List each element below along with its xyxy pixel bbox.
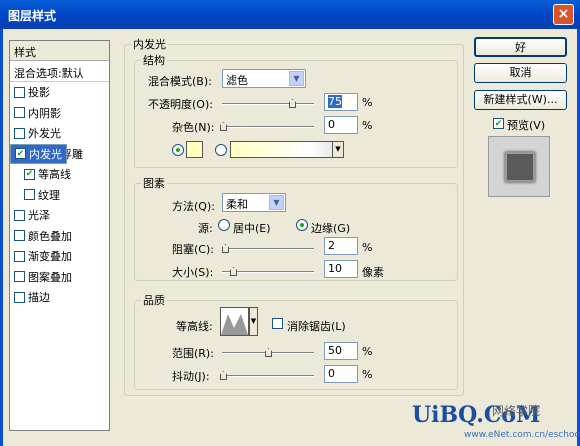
jitter-label: 抖动(J): — [172, 370, 210, 383]
technique-select[interactable]: 柔和 ▼ — [222, 193, 286, 212]
checkbox-checked-icon[interactable]: ✔ — [24, 168, 35, 180]
range-label: 范围(R): — [172, 347, 214, 360]
contour-curve-icon — [221, 314, 248, 335]
contour-label: 等高线: — [176, 320, 213, 333]
choke-slider[interactable] — [222, 244, 314, 253]
style-drop-shadow[interactable]: 投影 — [10, 82, 109, 103]
checkbox-icon[interactable] — [14, 86, 25, 98]
anti-alias-label: 消除锯齿(L) — [287, 320, 346, 333]
checkbox-icon[interactable] — [14, 230, 25, 242]
style-stroke[interactable]: 描边 — [10, 287, 109, 308]
chevron-down-icon: ▼ — [289, 71, 304, 86]
noise-label: 杂色(N): — [172, 121, 215, 134]
blend-mode-select[interactable]: 滤色 ▼ — [222, 69, 306, 88]
preview-thumbnail — [488, 136, 550, 197]
noise-input[interactable]: 0 — [324, 116, 358, 134]
glow-color-swatch[interactable] — [186, 141, 203, 158]
edge-radio[interactable] — [296, 219, 308, 231]
edge-label: 边缘(G) — [311, 222, 351, 235]
ok-button[interactable]: 好 — [474, 37, 567, 57]
checkbox-icon[interactable] — [14, 209, 25, 221]
noise-slider[interactable] — [220, 122, 314, 131]
pixel-unit-label: 像素 — [362, 266, 384, 279]
center-label: 居中(E) — [233, 222, 271, 235]
jitter-input[interactable]: 0 — [324, 365, 358, 383]
size-slider[interactable] — [222, 267, 314, 276]
style-color-overlay[interactable]: 颜色叠加 — [10, 226, 109, 247]
percent-label: % — [362, 119, 373, 132]
center-radio[interactable] — [218, 219, 230, 231]
style-pattern-overlay[interactable]: 图案叠加 — [10, 267, 109, 288]
window-title: 图层样式 — [8, 9, 57, 23]
watermark: UiBQ.CoM 网络学院 www.eNet.com.cn/eschool — [412, 402, 580, 440]
blending-options-item[interactable]: 混合选项:默认 — [10, 61, 109, 82]
checkbox-checked-icon[interactable]: ✔ — [15, 148, 26, 160]
checkbox-icon[interactable] — [14, 250, 25, 262]
gradient-swatch[interactable]: ▼ — [230, 141, 344, 158]
chevron-down-icon[interactable]: ▼ — [249, 307, 258, 336]
style-inner-glow[interactable]: ✔ 内发光 — [10, 143, 67, 164]
new-style-button[interactable]: 新建样式(W)... — [474, 90, 567, 110]
style-satin[interactable]: 光泽 — [10, 205, 109, 226]
cancel-button[interactable]: 取消 — [474, 63, 567, 83]
size-label: 大小(S): — [172, 266, 214, 279]
contour-preview[interactable] — [220, 307, 249, 336]
preview-square — [505, 152, 535, 182]
styles-list: 样式 混合选项:默认 投影 内阴影 外发光 ✔内发光 ✔斜面和浮雕 ✔等高线 纹… — [9, 40, 110, 431]
jitter-slider[interactable] — [220, 371, 314, 380]
opacity-label: 不透明度(O): — [148, 98, 213, 111]
checkbox-icon[interactable] — [14, 291, 25, 303]
style-texture[interactable]: 纹理 — [10, 185, 109, 206]
percent-label: % — [362, 241, 373, 254]
style-outer-glow[interactable]: 外发光 — [10, 123, 109, 144]
range-slider[interactable] — [222, 348, 314, 357]
percent-label: % — [362, 345, 373, 358]
choke-input[interactable]: 2 — [324, 237, 358, 255]
checkbox-icon[interactable] — [14, 107, 25, 119]
close-button[interactable]: × — [553, 4, 574, 25]
gradient-radio[interactable] — [215, 144, 227, 156]
color-radio[interactable] — [172, 144, 184, 156]
chevron-down-icon[interactable]: ▼ — [332, 142, 343, 157]
percent-label: % — [362, 96, 373, 109]
preview-checkbox[interactable]: ✔ — [493, 118, 504, 129]
checkbox-icon[interactable] — [24, 189, 35, 201]
opacity-input[interactable]: 75 — [324, 93, 358, 111]
style-gradient-overlay[interactable]: 渐变叠加 — [10, 246, 109, 267]
percent-label: % — [362, 368, 373, 381]
title-bar: 图层样式 × — [0, 0, 580, 29]
technique-label: 方法(Q): — [172, 200, 215, 213]
range-input[interactable]: 50 — [324, 342, 358, 360]
preview-label: 预览(V) — [507, 119, 546, 132]
choke-label: 阻塞(C): — [172, 243, 214, 256]
styles-header[interactable]: 样式 — [10, 41, 109, 61]
checkbox-icon[interactable] — [14, 127, 25, 139]
blend-mode-label: 混合模式(B): — [148, 75, 212, 88]
size-input[interactable]: 10 — [324, 260, 358, 278]
anti-alias-checkbox[interactable] — [272, 318, 283, 329]
opacity-slider[interactable] — [222, 99, 314, 108]
checkbox-icon[interactable] — [14, 271, 25, 283]
source-label: 源: — [198, 222, 213, 235]
style-contour[interactable]: ✔ 等高线 — [10, 164, 109, 185]
chevron-down-icon: ▼ — [269, 195, 284, 210]
style-inner-shadow[interactable]: 内阴影 — [10, 103, 109, 124]
